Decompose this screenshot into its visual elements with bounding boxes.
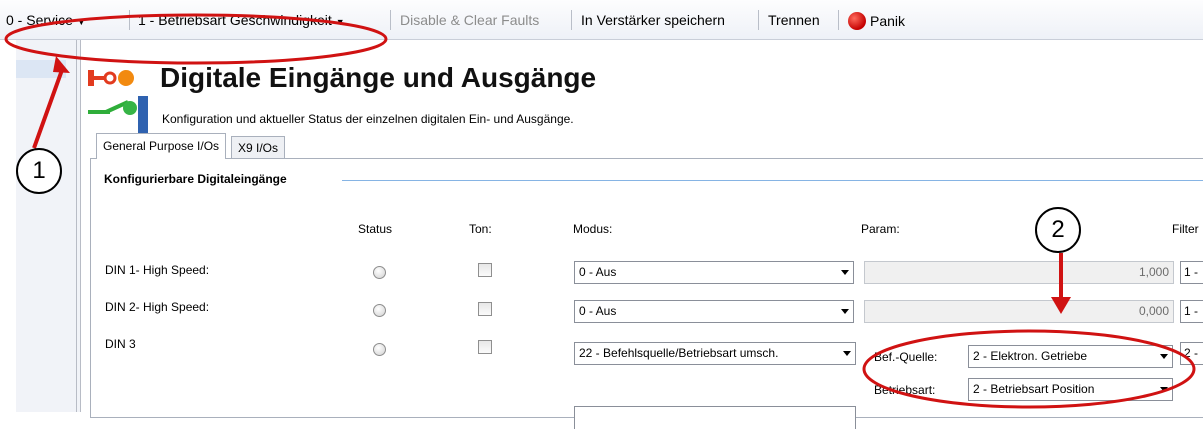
save-to-amplifier-button[interactable]: In Verstärker speichern (581, 12, 725, 28)
chevron-down-icon (1160, 387, 1168, 392)
status-led (373, 266, 386, 279)
operating-mode-select[interactable]: 2 - Betriebsart Position (968, 378, 1173, 401)
group-title: Konfigurierbare Digitaleingänge (104, 172, 287, 186)
column-header-modus: Modus: (573, 222, 613, 236)
chevron-down-icon: ▼ (76, 17, 86, 27)
toolbar-separator (129, 10, 130, 30)
toolbar-separator (390, 10, 391, 30)
command-source-select[interactable]: 2 - Elektron. Getriebe (968, 345, 1173, 368)
filter-select-din3[interactable]: 2 - (1180, 342, 1203, 365)
ton-checkbox[interactable] (478, 340, 492, 354)
ton-checkbox[interactable] (478, 302, 492, 316)
toolbar-separator (758, 10, 759, 30)
chevron-down-icon (841, 309, 849, 314)
annotation-marker-2: 2 (1035, 207, 1081, 253)
annotation-marker-1: 1 (16, 148, 62, 194)
row-label-din3: DIN 3 (105, 337, 136, 351)
param-field-din2: 0,000 (864, 300, 1174, 323)
toolbar-separator (571, 10, 572, 30)
digital-io-icon (88, 70, 148, 134)
command-source-value: 2 - Elektron. Getriebe (973, 349, 1088, 363)
disable-clear-faults-button[interactable]: Disable & Clear Faults (400, 12, 539, 28)
betriebsart-dropdown-label: 1 - Betriebsart Geschwindigkeit (138, 12, 332, 28)
page-subtitle: Konfiguration und aktueller Status der e… (162, 112, 574, 126)
filter-select-din1[interactable]: 1 - (1180, 261, 1203, 284)
disconnect-button[interactable]: Trennen (768, 12, 820, 28)
param-field-din1: 1,000 (864, 261, 1174, 284)
command-source-label: Bef.-Quelle: (874, 350, 938, 364)
column-header-filter: Filter (1172, 222, 1199, 236)
navigation-selected-item[interactable] (16, 60, 66, 78)
operating-mode-value: 2 - Betriebsart Position (973, 382, 1095, 396)
toolbar: 0 - Service ▼ 1 - Betriebsart Geschwindig… (0, 0, 1203, 40)
status-led (373, 304, 386, 317)
betriebsart-dropdown[interactable]: 1 - Betriebsart Geschwindigkeit ▼ (138, 12, 345, 28)
panic-button[interactable]: Panik (848, 12, 905, 30)
panic-icon (848, 12, 866, 30)
column-header-param: Param: (861, 222, 900, 236)
tab-x9-ios[interactable]: X9 I/Os (231, 136, 286, 158)
modus-select-din3[interactable]: 22 - Befehlsquelle/Betriebsart umsch. (574, 342, 856, 365)
modus-select-din1[interactable]: 0 - Aus (574, 261, 854, 284)
modus-select-value: 0 - Aus (579, 304, 617, 318)
column-header-ton: Ton: (469, 222, 492, 236)
service-dropdown[interactable]: 0 - Service ▼ (6, 12, 86, 28)
modus-select-value: 22 - Befehlsquelle/Betriebsart umsch. (579, 346, 779, 360)
row-label-din2: DIN 2- High Speed: (105, 300, 210, 314)
chevron-down-icon (841, 270, 849, 275)
chevron-down-icon (843, 351, 851, 356)
panic-button-label: Panik (870, 13, 906, 29)
status-led (373, 343, 386, 356)
modus-select-next[interactable] (574, 406, 856, 429)
service-dropdown-label: 0 - Service (6, 12, 73, 28)
tab-general-purpose-ios[interactable]: General Purpose I/Os (96, 133, 227, 159)
modus-select-value: 0 - Aus (579, 265, 617, 279)
panel-divider (76, 40, 77, 412)
filter-select-din2[interactable]: 1 - (1180, 300, 1203, 323)
page-title: Digitale Eingänge und Ausgänge (160, 62, 597, 93)
operating-mode-label: Betriebsart: (874, 383, 936, 397)
column-header-status: Status (358, 222, 393, 236)
row-label-din1: DIN 1- High Speed: (105, 263, 210, 277)
chevron-down-icon: ▼ (335, 17, 345, 27)
ton-checkbox[interactable] (478, 263, 492, 277)
group-divider (342, 180, 1203, 181)
navigation-panel[interactable] (16, 40, 81, 412)
toolbar-separator (838, 10, 839, 30)
modus-select-din2[interactable]: 0 - Aus (574, 300, 854, 323)
chevron-down-icon (1160, 354, 1168, 359)
